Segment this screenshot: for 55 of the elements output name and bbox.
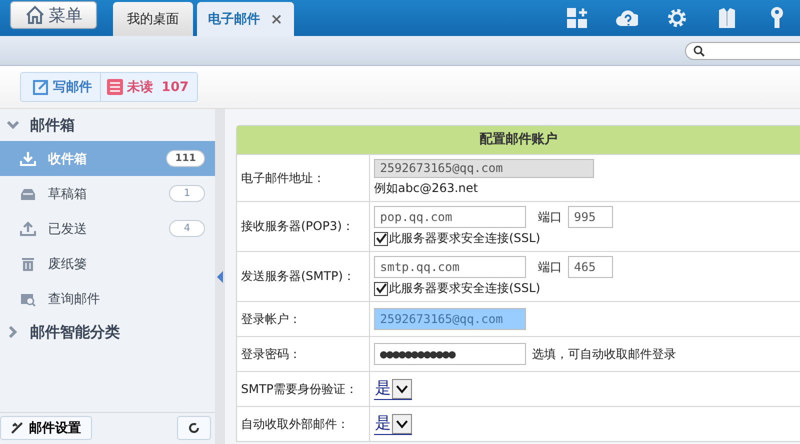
settings-button[interactable]: 邮件设置	[0, 416, 92, 440]
chevron-right-icon	[6, 325, 20, 339]
shirt-icon[interactable]	[716, 6, 738, 30]
field-label: 自动收取外部邮件：	[237, 407, 370, 441]
count-badge: 111	[166, 150, 205, 167]
password-field[interactable]: ●●●●●●●●●●●●	[374, 343, 526, 365]
chevron-down-icon	[6, 118, 20, 132]
count-badge: 1	[169, 185, 205, 202]
folder-group[interactable]: 邮件智能分类	[0, 316, 215, 348]
folder-group[interactable]: 邮件箱	[0, 109, 215, 141]
folder-item[interactable]: 废纸篓	[0, 246, 215, 281]
dropdown[interactable]: 是	[374, 378, 412, 400]
checkbox[interactable]	[374, 232, 388, 246]
tab[interactable]: 电子邮件 ×	[197, 2, 294, 36]
count-badge: 4	[169, 220, 205, 237]
hint-text: 例如abc@263.net	[374, 180, 479, 197]
home-icon	[24, 5, 44, 25]
refresh-icon	[188, 422, 200, 434]
settings-icon[interactable]	[666, 6, 688, 30]
add-grid-icon[interactable]	[566, 6, 588, 30]
list-icon	[107, 79, 123, 95]
trash-icon	[20, 256, 36, 272]
note-text: 选填，可自动收取邮件登录	[532, 346, 676, 362]
port-field[interactable]: 465	[568, 256, 613, 278]
upload-tray-icon	[20, 220, 36, 236]
checkbox-label: 此服务器要求安全连接(SSL)	[389, 230, 540, 247]
dropdown[interactable]: 是	[374, 413, 412, 435]
search-icon	[693, 44, 705, 56]
field-label: 登录密码：	[237, 337, 370, 371]
text-field[interactable]: smtp.qq.com	[374, 256, 526, 278]
download-tray-icon	[20, 150, 36, 166]
folder-item[interactable]: 草稿箱 1	[0, 176, 215, 211]
refresh-button[interactable]	[177, 416, 211, 440]
field-label: 电子邮件地址：	[237, 155, 370, 201]
checkbox[interactable]	[374, 282, 388, 296]
compose-button[interactable]: 写邮件	[21, 73, 101, 101]
folder-item[interactable]: 已发送 4	[0, 211, 215, 246]
field-label: 登录帐户：	[237, 302, 370, 336]
tab[interactable]: 我的桌面	[113, 2, 193, 36]
field-label: 接收服务器(POP3)：	[237, 202, 370, 251]
folder-item[interactable]: 收件箱 111	[0, 141, 215, 176]
form-title: 配置邮件账户	[237, 126, 800, 154]
close-button[interactable]: ×	[270, 10, 283, 28]
field-label: 发送服务器(SMTP)：	[237, 252, 370, 301]
port-field[interactable]: 995	[568, 206, 613, 228]
search-field[interactable]	[685, 42, 800, 60]
port-label: 端口	[538, 258, 562, 276]
edit-icon	[33, 79, 49, 95]
port-label: 端口	[538, 208, 562, 226]
folder-item[interactable]: 查询邮件	[0, 281, 215, 316]
checkbox-label: 此服务器要求安全连接(SSL)	[389, 280, 540, 297]
menu-button[interactable]: 菜单	[10, 1, 97, 29]
field-label: SMTP需要身份验证：	[237, 372, 370, 406]
collapse-arrow-icon	[217, 270, 223, 282]
text-field[interactable]: pop.qq.com	[374, 206, 526, 228]
